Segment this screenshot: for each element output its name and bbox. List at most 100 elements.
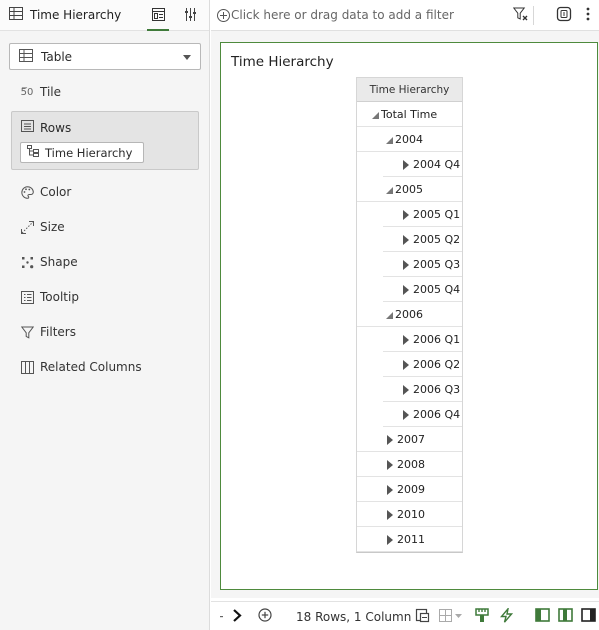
toggle-right-panel-button[interactable]	[579, 607, 597, 626]
visualization-type-label: Table	[41, 49, 73, 64]
row-member[interactable]: 2004 Q4	[403, 152, 460, 177]
toggle-left-panel-button[interactable]	[533, 607, 551, 626]
visualization-tile[interactable]: Time Hierarchy Time Hierarchy Total Time…	[220, 42, 598, 590]
layout-select[interactable]	[437, 607, 465, 626]
row-member-label: 2005 Q2	[413, 233, 461, 246]
pivot-row: 2005 Q4	[357, 277, 462, 302]
expanded-triangle-icon[interactable]	[386, 187, 393, 194]
collapsed-triangle-icon[interactable]	[403, 359, 409, 370]
row-member[interactable]: 2006 Q4	[403, 402, 460, 427]
row-member[interactable]: 2005 Q3	[403, 252, 460, 277]
collapsed-triangle-icon[interactable]	[403, 384, 409, 395]
grammar-size-label: Size	[40, 220, 65, 234]
pivot-row: 2006 Q1	[357, 327, 462, 352]
row-member[interactable]: 2006 Q2	[403, 352, 460, 377]
row-member-label: 2011	[397, 533, 425, 546]
collapsed-triangle-icon[interactable]	[387, 434, 393, 445]
collapsed-triangle-icon[interactable]	[403, 409, 409, 420]
tile-icon: 5̅0	[20, 86, 34, 98]
palette-icon	[20, 185, 34, 199]
collapsed-triangle-icon[interactable]	[387, 484, 393, 495]
expanded-triangle-icon[interactable]	[372, 112, 379, 119]
row-member-label: 2006 Q1	[413, 333, 461, 346]
row-member[interactable]: 2005 Q1	[403, 202, 460, 227]
toggle-middle-panel-button[interactable]	[556, 607, 574, 626]
columns-icon	[20, 360, 34, 374]
rows-column-pill[interactable]: Time Hierarchy	[20, 142, 144, 163]
next-canvas-button[interactable]	[229, 607, 245, 626]
shape-icon	[20, 255, 34, 269]
row-member-label: 2006 Q2	[413, 358, 461, 371]
collapsed-triangle-icon[interactable]	[403, 234, 409, 245]
brushing-button[interactable]	[473, 607, 491, 626]
pivot-row: 2006 Q4	[357, 402, 462, 427]
pivot-row: 2005 Q1	[357, 202, 462, 227]
grammar-related-columns[interactable]: Related Columns	[20, 357, 142, 377]
column-header[interactable]: Time Hierarchy	[357, 78, 462, 102]
data-view-button[interactable]	[413, 607, 431, 626]
row-member[interactable]: 2005	[386, 177, 423, 202]
row-member[interactable]: 2009	[387, 477, 425, 502]
grammar-tile[interactable]: 5̅0 Tile	[20, 82, 61, 102]
visualization-title: Time Hierarchy	[231, 54, 334, 70]
row-member[interactable]: 2005 Q2	[403, 227, 460, 252]
grammar-shape[interactable]: Shape	[20, 252, 78, 272]
panel-left-icon	[534, 608, 550, 625]
filter-options-button[interactable]	[511, 6, 529, 24]
table-view-icon	[415, 608, 430, 626]
row-member[interactable]: 2005 Q4	[403, 277, 460, 302]
row-member[interactable]: Total Time	[372, 102, 437, 127]
tab-grammar[interactable]	[147, 0, 169, 31]
tab-properties[interactable]	[179, 0, 201, 31]
collapsed-triangle-icon[interactable]	[403, 209, 409, 220]
add-filter-placeholder: Click here or drag data to add a filter	[231, 8, 454, 22]
row-member[interactable]: 2010	[387, 502, 425, 527]
row-count: 18 Rows, 1 Column	[296, 610, 412, 624]
panel-right-icon	[580, 608, 596, 625]
grammar-filters-label: Filters	[40, 325, 76, 339]
pivot-row: 2005 Q3	[357, 252, 462, 277]
table-icon	[9, 7, 23, 23]
grammar-rows-dropzone[interactable]: Rows Time Hierarchy	[11, 111, 199, 170]
grammar-shape-label: Shape	[40, 255, 78, 269]
row-member[interactable]: 2004	[386, 127, 423, 152]
row-member[interactable]: 2006 Q3	[403, 377, 460, 402]
pivot-row: 2004	[357, 127, 462, 152]
grammar-color[interactable]: Color	[20, 182, 71, 202]
canvas: Time Hierarchy Time Hierarchy Total Time…	[211, 31, 599, 598]
more-menu-button[interactable]	[579, 6, 597, 24]
collapsed-triangle-icon[interactable]	[403, 284, 409, 295]
row-member-label: 2005	[395, 183, 423, 196]
expanded-triangle-icon[interactable]	[386, 137, 393, 144]
pivot-row: 2004 Q4	[357, 152, 462, 177]
resize-icon	[20, 220, 34, 234]
row-member-label: 2004	[395, 133, 423, 146]
row-member-label: 2009	[397, 483, 425, 496]
add-filter-button[interactable]: Click here or drag data to add a filter	[217, 8, 454, 22]
collapsed-triangle-icon[interactable]	[403, 259, 409, 270]
collapsed-triangle-icon[interactable]	[403, 159, 409, 170]
row-member[interactable]: 2007	[387, 427, 425, 452]
pivot-row: Total Time	[357, 102, 462, 127]
row-member[interactable]: 2006	[386, 302, 423, 327]
add-canvas-button[interactable]	[257, 607, 273, 626]
grammar-filters[interactable]: Filters	[20, 322, 76, 342]
panel-middle-icon	[557, 608, 573, 625]
collapsed-triangle-icon[interactable]	[403, 334, 409, 345]
collapsed-triangle-icon[interactable]	[387, 459, 393, 470]
row-member[interactable]: 2011	[387, 527, 425, 552]
collapsed-triangle-icon[interactable]	[387, 534, 393, 545]
hierarchy-icon	[27, 145, 39, 160]
row-member[interactable]: 2008	[387, 452, 425, 477]
grammar-size[interactable]: Size	[20, 217, 65, 237]
collapsed-triangle-icon[interactable]	[387, 509, 393, 520]
visualization-type-select[interactable]: Table	[9, 43, 201, 70]
row-member[interactable]: 2006 Q1	[403, 327, 460, 352]
chevron-right-icon	[232, 608, 242, 625]
panel-header: Time Hierarchy	[0, 0, 209, 31]
auto-apply-button[interactable]	[555, 6, 573, 24]
expanded-triangle-icon[interactable]	[386, 312, 393, 319]
add-circle-icon	[217, 8, 230, 22]
auto-refresh-button[interactable]	[497, 605, 515, 626]
grammar-tooltip[interactable]: Tooltip	[20, 287, 79, 307]
